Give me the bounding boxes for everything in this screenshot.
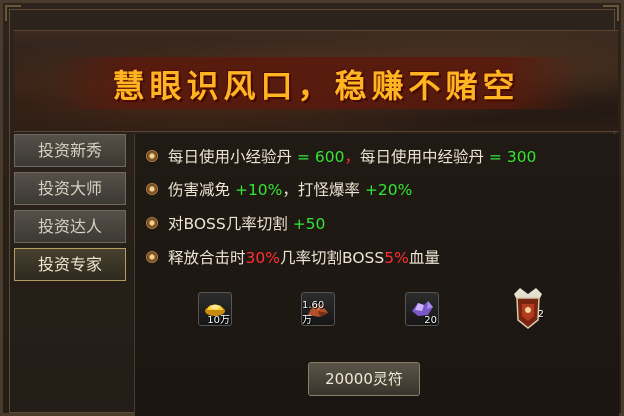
benefit-line: 释放合击时30%几率切割BOSS5%血量 — [146, 246, 440, 268]
title-banner: 慧眼识风口，稳赚不赌空 — [14, 30, 618, 132]
benefit-line: 每日使用小经验丹 = 600，每日使用中经验丹 = 300 — [146, 145, 537, 167]
tier-sidebar: 投资新秀 投资大师 投资达人 投资专家 — [14, 134, 130, 286]
reward-gold-ingot[interactable]: 10万 — [198, 292, 232, 326]
reward-count: 20 — [424, 315, 437, 326]
tab-investment-pro[interactable]: 投资达人 — [14, 210, 126, 243]
crest-medal-icon — [514, 288, 542, 329]
benefit-line: 伤害减免 +10%，打怪爆率 +20% — [146, 178, 413, 200]
benefit-text: 几率切割BOSS — [279, 249, 385, 267]
benefit-text: 释放合击时 — [168, 249, 246, 267]
tab-investment-expert[interactable]: 投资专家 — [14, 248, 126, 281]
reward-crest-medal[interactable]: 2 — [510, 286, 546, 330]
bullet-icon — [146, 183, 158, 195]
frame-corner-ornament — [603, 5, 619, 21]
tab-investment-master[interactable]: 投资大师 — [14, 172, 126, 205]
tab-investment-newcomer[interactable]: 投资新秀 — [14, 134, 126, 167]
benefit-value: 5% — [384, 249, 409, 267]
benefit-text: 每日使用中经验丹 — [359, 148, 484, 166]
reward-count: 1.60万 — [302, 300, 325, 326]
benefit-value: 30% — [245, 249, 280, 267]
bullet-icon — [146, 150, 158, 162]
benefit-text: 每日使用小经验丹 — [168, 148, 293, 166]
benefit-separator: ， — [344, 148, 360, 166]
benefit-value: = 600 — [296, 148, 345, 166]
benefit-value: +50 — [292, 215, 326, 233]
reward-count: 10万 — [207, 315, 230, 326]
benefit-value: +20% — [364, 181, 413, 199]
benefit-text: 打怪爆率 — [297, 181, 360, 199]
buy-button[interactable]: 20000灵符 — [308, 362, 420, 396]
benefit-separator: ， — [282, 181, 298, 199]
reward-count: 2 — [537, 309, 544, 320]
benefit-value: = 300 — [488, 148, 537, 166]
bullet-icon — [146, 217, 158, 229]
reward-crystal[interactable]: 20 — [405, 292, 439, 326]
benefit-line: 对BOSS几率切割 +50 — [146, 212, 326, 234]
frame-corner-ornament — [5, 5, 21, 21]
benefit-text: 血量 — [408, 249, 440, 267]
benefit-text: 伤害减免 — [168, 181, 231, 199]
banner-title: 慧眼识风口，稳赚不赌空 — [112, 67, 520, 105]
benefit-value: +10% — [234, 181, 283, 199]
reward-ore[interactable]: 1.60万 — [301, 292, 335, 326]
benefit-text: 对BOSS几率切割 — [168, 215, 288, 233]
bullet-icon — [146, 251, 158, 263]
